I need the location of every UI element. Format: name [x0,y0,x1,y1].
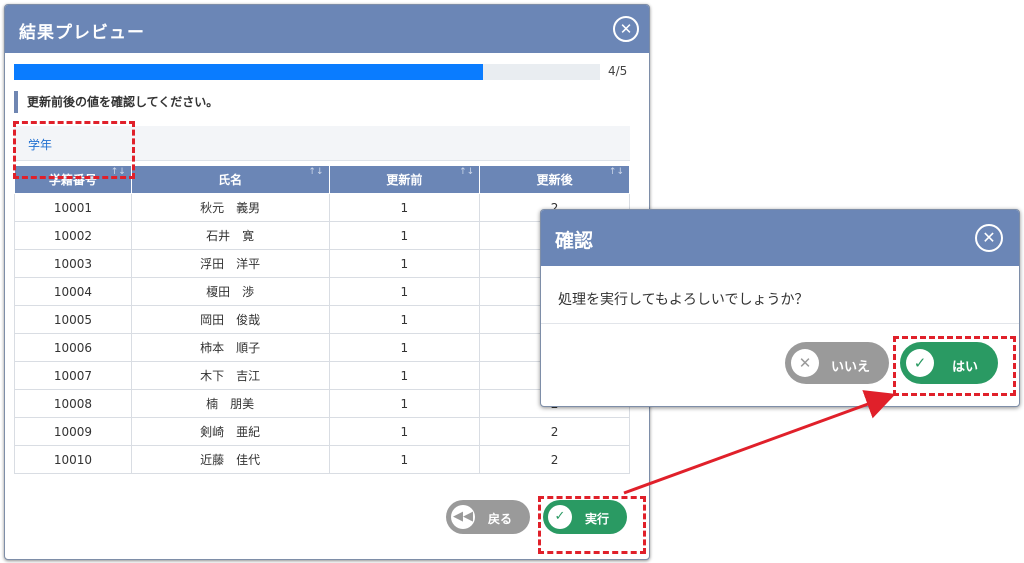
table-row: 10006柿本 順子12 [14,333,630,362]
execute-button-label: 実行 [585,512,610,526]
table-row: 10004榎田 渉12 [14,277,630,306]
confirm-dialog-header: 確認 ✕ [541,210,1019,266]
table-row: 10008楠 朋美12 [14,389,630,418]
close-icon[interactable]: ✕ [975,224,1003,252]
cell-name: 榎田 渉 [130,277,330,306]
dialog-header: 結果プレビュー ✕ [5,5,649,53]
no-button[interactable]: ✕ いいえ [785,342,889,384]
cell-student-id: 10003 [14,249,132,278]
table-row: 10003浮田 洋平12 [14,249,630,278]
sort-icon[interactable]: ↑↓ [111,167,126,177]
confirm-message: 処理を実行してもよろしいでしょうか？ [558,292,809,308]
cell-before: 1 [328,445,481,474]
cell-before: 1 [328,277,481,306]
preview-table: 学籍番号 ↑↓ 氏名 ↑↓ 更新前 ↑↓ 更新後 ↑↓ 10001 秋元 義男 1 2 100… [14,166,630,474]
x-icon: ✕ [791,349,819,377]
cell-name: 近藤 佳代 [130,445,330,474]
confirm-dialog-title: 確認 [555,230,594,252]
cell-before: 1 [328,305,481,334]
cell-name: 岡田 俊哉 [130,305,330,334]
cell-name: 石井 寛 [130,221,330,250]
check-icon: ✓ [548,505,572,529]
back-button-label: 戻る [488,512,513,526]
cell-student-id: 10009 [14,417,132,446]
dialog-title: 結果プレビュー [19,23,145,43]
column-header-after[interactable]: 更新後 ↑↓ [479,166,630,194]
cell-name: 秋元 義男 [130,193,330,222]
cell-name: 浮田 洋平 [130,249,330,278]
cell-student-id: 10004 [14,277,132,306]
cell-student-id: 10001 [14,193,132,222]
cell-before: 1 [328,221,481,250]
cell-student-id: 10002 [14,221,132,250]
cell-before: 1 [328,333,481,362]
column-header-name[interactable]: 氏名 ↑↓ [130,166,330,194]
sort-icon[interactable]: ↑↓ [459,167,474,177]
cell-before: 1 [328,193,481,222]
cell-student-id: 10006 [14,333,132,362]
notice-text: 更新前後の値を確認してください。 [14,91,218,113]
table-row: 10010 近藤 佳代 1 2 [14,445,630,474]
cell-name: 木下 吉江 [130,361,330,390]
tab-grade[interactable]: 学年 [28,136,52,153]
cell-student-id: 10007 [14,361,132,390]
cell-name: 楠 朋美 [130,389,330,418]
rewind-icon: ◀◀ [451,505,475,529]
sort-icon[interactable]: ↑↓ [609,167,624,177]
table-row: 10002石井 寛12 [14,221,630,250]
column-header-student-id[interactable]: 学籍番号 ↑↓ [14,166,132,194]
close-icon[interactable]: ✕ [613,16,639,42]
cell-student-id: 10008 [14,389,132,418]
column-header-before[interactable]: 更新前 ↑↓ [328,166,481,194]
no-button-label: いいえ [831,360,871,375]
progress-bar [14,64,600,80]
yes-button[interactable]: ✓ はい [900,342,998,384]
table-row: 10005岡田 俊哉12 [14,305,630,334]
cell-before: 1 [328,417,481,446]
execute-button[interactable]: ✓ 実行 [543,500,627,534]
cell-before: 1 [328,361,481,390]
confirm-dialog: 確認 ✕ 処理を実行してもよろしいでしょうか？ ✕ いいえ ✓ はい [540,209,1020,407]
progress-fill [14,64,483,80]
cell-student-id: 10010 [14,445,132,474]
cell-before: 1 [328,249,481,278]
cell-name: 剣崎 亜紀 [130,417,330,446]
divider [541,323,1019,324]
check-icon: ✓ [906,349,934,377]
cell-after: 2 [479,445,630,474]
cell-after: 2 [479,417,630,446]
table-row: 10009 剣崎 亜紀 1 2 [14,417,630,446]
cell-name: 柿本 順子 [130,333,330,362]
sort-icon[interactable]: ↑↓ [308,167,323,177]
table-row: 10007木下 吉江12 [14,361,630,390]
progress-text: 4/5 [608,64,628,78]
cell-student-id: 10005 [14,305,132,334]
yes-button-label: はい [952,360,979,375]
back-button[interactable]: ◀◀ 戻る [446,500,530,534]
cell-before: 1 [328,389,481,418]
table-row: 10001 秋元 義男 1 2 [14,193,630,222]
field-tab-bar: 学年 [14,126,630,161]
